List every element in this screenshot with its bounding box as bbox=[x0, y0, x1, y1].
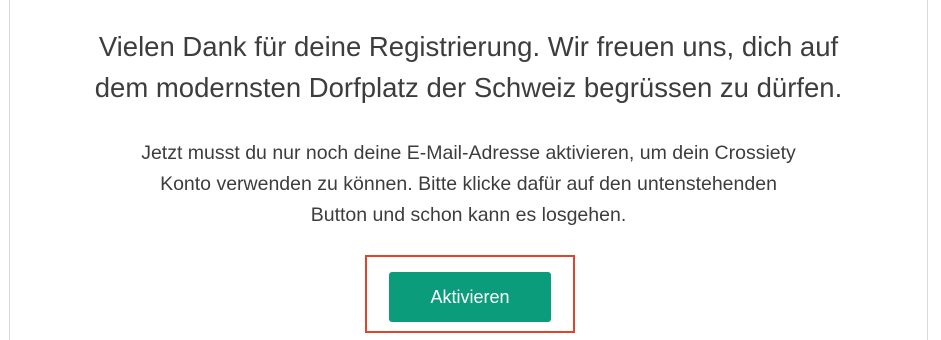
activate-button[interactable]: Aktivieren bbox=[389, 272, 551, 322]
instructions-line-1: Jetzt musst du nur noch deine E-Mail-Adr… bbox=[141, 142, 796, 164]
instructions-line-2: Konto verwenden zu können. Bitte klicke … bbox=[160, 173, 777, 195]
headline-line-2: dem modernsten Dorfplatz der Schweiz beg… bbox=[94, 72, 843, 103]
instructions-line-3: Button und schon kann es losgehen. bbox=[310, 204, 627, 226]
activation-instructions: Jetzt musst du nur noch deine E-Mail-Adr… bbox=[10, 138, 927, 231]
thank-you-headline: Vielen Dank für deine Registrierung. Wir… bbox=[10, 26, 927, 108]
email-content-card: Vielen Dank für deine Registrierung. Wir… bbox=[9, 0, 928, 340]
headline-line-1: Vielen Dank für deine Registrierung. Wir… bbox=[98, 31, 839, 62]
